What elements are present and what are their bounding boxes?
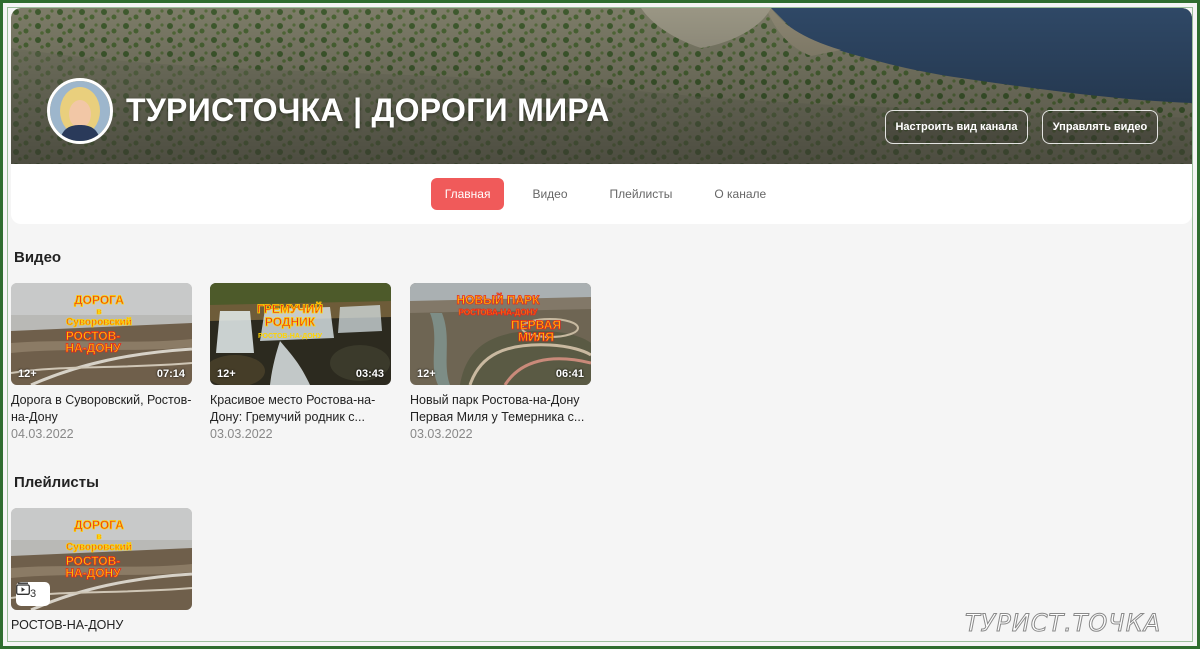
customize-channel-button[interactable]: Настроить вид канала [885, 110, 1028, 144]
videos-section-title: Видео [14, 249, 62, 266]
playlists-section-title: Плейлисты [14, 474, 99, 491]
playlist-icon [16, 582, 30, 595]
tab-playlists[interactable]: Плейлисты [596, 178, 687, 210]
video-title[interactable]: Красивое место Ростова-на-Дону: Гремучий… [210, 392, 391, 426]
playlist-count-badge: 3 [16, 582, 50, 606]
age-rating-badge: 12+ [217, 368, 236, 380]
tab-videos[interactable]: Видео [518, 178, 581, 210]
video-thumbnail[interactable]: ДОРОГА в Суворовский РОСТОВ- НА-ДОНУ 12+… [11, 283, 192, 385]
video-card[interactable]: ДОРОГА в Суворовский РОСТОВ- НА-ДОНУ 12+… [11, 283, 192, 441]
page-frame: ТУРИСТОЧКА | ДОРОГИ МИРА Настроить вид к… [0, 0, 1200, 649]
thumb-text-line: в [97, 532, 102, 541]
thumb-text-line: РОСТОВ-НА-ДОНУ [258, 333, 323, 340]
thumb-text-line: ДОРОГА [74, 518, 124, 532]
duration-badge: 03:43 [355, 368, 384, 380]
thumb-text-line: в [97, 307, 102, 316]
channel-banner: ТУРИСТОЧКА | ДОРОГИ МИРА Настроить вид к… [11, 8, 1192, 164]
video-title[interactable]: Новый парк Ростова-на-Дону Первая Миля у… [410, 392, 591, 426]
playlist-title[interactable]: РОСТОВ-НА-ДОНУ [11, 617, 192, 634]
thumb-text-line: НА-ДОНУ [65, 341, 121, 355]
video-date: 04.03.2022 [11, 427, 74, 441]
channel-header: ТУРИСТОЧКА | ДОРОГИ МИРА Настроить вид к… [11, 8, 1192, 224]
video-date: 03.03.2022 [210, 427, 273, 441]
thumb-text-line: ДОРОГА [74, 293, 124, 307]
channel-title: ТУРИСТОЧКА | ДОРОГИ МИРА [126, 92, 610, 128]
playlist-thumbnail[interactable]: ДОРОГА в Суворовский РОСТОВ- НА-ДОНУ 3 [11, 508, 192, 610]
tab-about[interactable]: О канале [700, 178, 780, 210]
video-title[interactable]: Дорога в Суворовский, Ростов-на-Дону [11, 392, 192, 426]
age-rating-badge: 12+ [18, 368, 37, 380]
duration-badge: 07:14 [156, 368, 185, 380]
thumb-text-line: Суворовский [66, 542, 132, 553]
channel-tabs: Главная Видео Плейлисты О канале [11, 178, 1192, 210]
video-date: 03.03.2022 [410, 427, 473, 441]
thumb-text-line: РОДНИК [265, 315, 316, 329]
thumb-text-line: ГРЕМУЧИЙ [257, 301, 323, 316]
thumb-text-line: НА-ДОНУ [65, 566, 121, 580]
video-thumbnail[interactable]: НОВЫЙ ПАРК РОСТОВА-НА-ДОНУ ПЕРВАЯ МИЛЯ 1… [410, 283, 591, 385]
channel-avatar[interactable] [47, 78, 113, 144]
video-card[interactable]: НОВЫЙ ПАРК РОСТОВА-НА-ДОНУ ПЕРВАЯ МИЛЯ 1… [410, 283, 591, 441]
video-thumbnail[interactable]: ГРЕМУЧИЙ РОДНИК РОСТОВ-НА-ДОНУ 12+ 03:43 [210, 283, 391, 385]
thumb-text-line: Суворовский [66, 317, 132, 328]
tab-home[interactable]: Главная [430, 178, 505, 210]
duration-badge: 06:41 [555, 368, 584, 380]
watermark: ТУРИСТ.ТОЧКА [964, 609, 1162, 638]
playlist-card[interactable]: ДОРОГА в Суворовский РОСТОВ- НА-ДОНУ 3 Р… [11, 508, 192, 634]
manage-videos-button[interactable]: Управлять видео [1042, 110, 1158, 144]
playlist-count: 3 [29, 588, 37, 600]
thumb-text-line: РОСТОВА-НА-ДОНУ [459, 308, 539, 317]
age-rating-badge: 12+ [417, 368, 436, 380]
thumb-text-line: МИЛЯ [518, 330, 554, 344]
thumb-text-line: НОВЫЙ ПАРК [457, 292, 541, 307]
video-card[interactable]: ГРЕМУЧИЙ РОДНИК РОСТОВ-НА-ДОНУ 12+ 03:43… [210, 283, 391, 441]
